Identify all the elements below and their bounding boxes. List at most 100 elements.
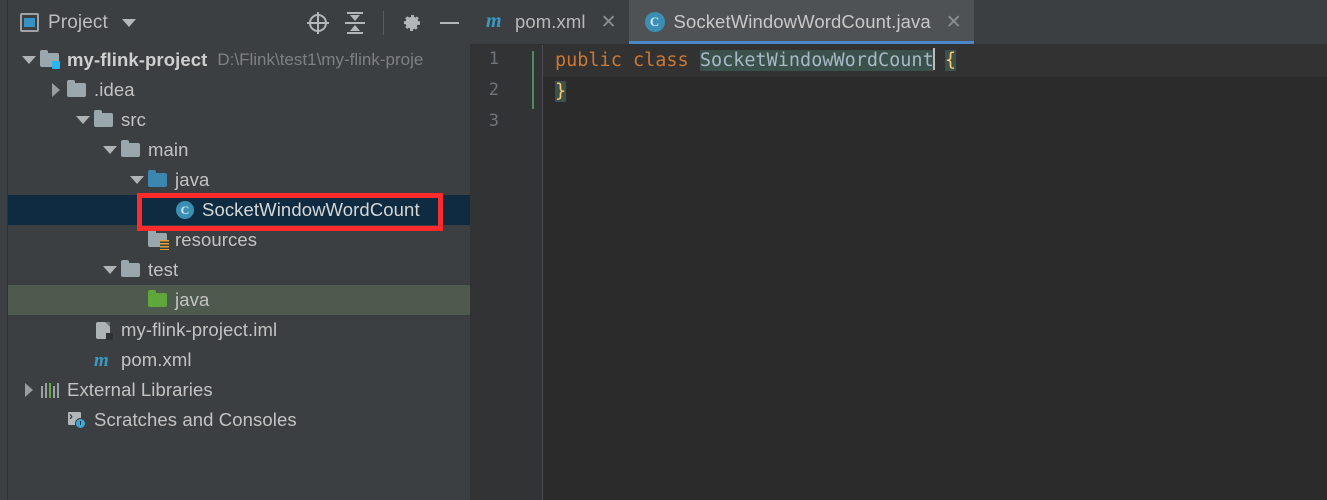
project-tree[interactable]: my-flink-project D:\Flink\test1\my-flink-… bbox=[8, 45, 470, 435]
tree-row-icon bbox=[148, 290, 168, 309]
folder-icon bbox=[67, 80, 86, 97]
close-brace-token: } bbox=[555, 81, 567, 102]
code-line-1: public class SocketWindowWordCount { bbox=[555, 45, 956, 77]
project-title-group[interactable]: Project bbox=[20, 12, 136, 34]
source-folder-icon bbox=[148, 170, 167, 187]
code-content[interactable]: public class SocketWindowWordCount { } bbox=[543, 45, 1327, 500]
tree-twisty-expanded[interactable] bbox=[99, 146, 121, 154]
tree-row-socketwindowwordcount[interactable]: C SocketWindowWordCount bbox=[8, 195, 470, 225]
editor-area: m pom.xml ✕ C SocketWindowWordCount.java ✕ 1 … bbox=[470, 0, 1327, 500]
locate-crosshair-icon[interactable] bbox=[307, 11, 329, 34]
tree-row-test[interactable]: test bbox=[8, 255, 470, 285]
editor-tabbar[interactable]: m pom.xml ✕ C SocketWindowWordCount.java ✕ bbox=[470, 0, 1327, 45]
tree-row-java[interactable]: java bbox=[8, 165, 470, 195]
tree-row-icon bbox=[94, 110, 114, 129]
tree-row-label: my-flink-project.iml bbox=[121, 319, 278, 340]
tree-row-external-libraries[interactable]: External Libraries bbox=[8, 375, 470, 405]
tool-window-strip[interactable] bbox=[0, 0, 8, 500]
open-brace-token: { bbox=[944, 50, 956, 71]
tree-row-label: src bbox=[121, 109, 146, 130]
tree-row-pom-xml[interactable]: m pom.xml bbox=[8, 345, 470, 375]
tree-row-label: Scratches and Consoles bbox=[94, 409, 297, 430]
tree-row-idea[interactable]: .idea bbox=[8, 75, 470, 105]
tree-row-label: java bbox=[175, 169, 210, 190]
tab-icon: m bbox=[486, 10, 506, 32]
tree-row-icon bbox=[148, 230, 169, 250]
tree-row-label: resources bbox=[175, 229, 258, 250]
tree-twisty-expanded[interactable] bbox=[99, 266, 121, 274]
tree-row-label: test bbox=[148, 259, 179, 280]
line-number: 3 bbox=[488, 111, 499, 131]
tree-row-label: main bbox=[148, 139, 189, 160]
tree-row-label: java bbox=[175, 289, 210, 310]
gear-icon[interactable] bbox=[401, 12, 423, 34]
folder-icon bbox=[121, 260, 140, 277]
tree-row-main[interactable]: main bbox=[8, 135, 470, 165]
line-number: 1 bbox=[488, 49, 499, 69]
tree-row-scratches-and-consoles[interactable]: Scratches and Consoles bbox=[8, 405, 470, 435]
minimize-icon[interactable] bbox=[438, 12, 460, 34]
scratches-icon bbox=[68, 409, 86, 429]
resources-folder-icon bbox=[148, 230, 169, 250]
maven-icon: m bbox=[94, 350, 109, 371]
code-editor[interactable]: 1 2 3 public class SocketWindowWordCount… bbox=[470, 45, 1327, 500]
java-class-icon: C bbox=[644, 12, 665, 32]
panel-title: Project bbox=[48, 11, 108, 33]
tree-row-icon bbox=[40, 50, 60, 69]
tree-row-label: SocketWindowWordCount bbox=[202, 199, 420, 220]
test-source-folder-icon bbox=[148, 290, 167, 307]
tree-twisty-collapsed[interactable] bbox=[18, 383, 40, 397]
keyword-public: public bbox=[555, 50, 622, 71]
tree-row-java[interactable]: java bbox=[8, 285, 470, 315]
tree-row-icon bbox=[94, 321, 114, 340]
editor-tab-pom-xml[interactable]: m pom.xml ✕ bbox=[470, 0, 629, 44]
tree-twisty-collapsed[interactable] bbox=[45, 83, 67, 97]
tree-row-icon bbox=[121, 140, 141, 159]
chevron-down-icon[interactable] bbox=[121, 18, 136, 27]
code-line-2: } bbox=[555, 76, 567, 108]
tree-row-my-flink-project[interactable]: my-flink-project D:\Flink\test1\my-flink-… bbox=[8, 45, 470, 75]
tree-twisty-expanded[interactable] bbox=[126, 176, 148, 184]
tree-row-icon bbox=[67, 80, 87, 99]
libraries-icon bbox=[41, 383, 60, 398]
keyword-class: class bbox=[632, 50, 689, 71]
folder-icon bbox=[94, 110, 113, 127]
tree-row-my-flink-project-iml[interactable]: my-flink-project.iml bbox=[8, 315, 470, 345]
tree-twisty-expanded[interactable] bbox=[72, 116, 94, 124]
tree-twisty-expanded[interactable] bbox=[18, 56, 40, 64]
toolbar-separator bbox=[383, 10, 384, 35]
maven-icon: m bbox=[486, 10, 502, 32]
tree-row-path: D:\Flink\test1\my-flink-proje bbox=[217, 50, 424, 69]
close-icon[interactable]: ✕ bbox=[601, 13, 617, 32]
tree-row-src[interactable]: src bbox=[8, 105, 470, 135]
iml-file-icon bbox=[96, 322, 113, 340]
idea-window: Project my-flink-project D:\Flink\test1\… bbox=[0, 0, 1327, 500]
line-number: 2 bbox=[488, 80, 499, 100]
tree-row-resources[interactable]: resources bbox=[8, 225, 470, 255]
collapse-all-icon[interactable] bbox=[344, 11, 366, 34]
tree-row-icon bbox=[40, 381, 60, 399]
tree-row-icon: m bbox=[94, 350, 114, 371]
code-vision-marker bbox=[532, 51, 534, 109]
project-tool-window: Project my-flink-project D:\Flink\test1\… bbox=[8, 0, 470, 500]
editor-gutter[interactable]: 1 2 3 bbox=[470, 45, 543, 500]
close-icon[interactable]: ✕ bbox=[946, 13, 962, 32]
tree-row-icon: C bbox=[175, 201, 195, 219]
tree-row-label: .idea bbox=[94, 79, 135, 100]
class-name-token: SocketWindowWordCount bbox=[699, 50, 934, 71]
tree-row-label: pom.xml bbox=[121, 349, 192, 370]
tab-label: pom.xml bbox=[515, 11, 586, 32]
folder-icon bbox=[121, 140, 140, 157]
module-folder-icon bbox=[40, 50, 60, 69]
java-class-icon: C bbox=[176, 201, 194, 219]
tab-icon: C bbox=[644, 12, 665, 32]
tree-row-label: my-flink-project bbox=[67, 49, 208, 70]
panel-actions bbox=[307, 0, 460, 45]
project-panel-header: Project bbox=[8, 0, 470, 45]
tree-row-label: External Libraries bbox=[67, 379, 213, 400]
tree-row-icon bbox=[148, 170, 168, 189]
project-icon bbox=[20, 13, 39, 32]
tab-label: SocketWindowWordCount.java bbox=[673, 11, 931, 32]
tree-row-icon bbox=[121, 260, 141, 279]
editor-tab-socketwindowwordcount-java[interactable]: C SocketWindowWordCount.java ✕ bbox=[628, 0, 974, 44]
